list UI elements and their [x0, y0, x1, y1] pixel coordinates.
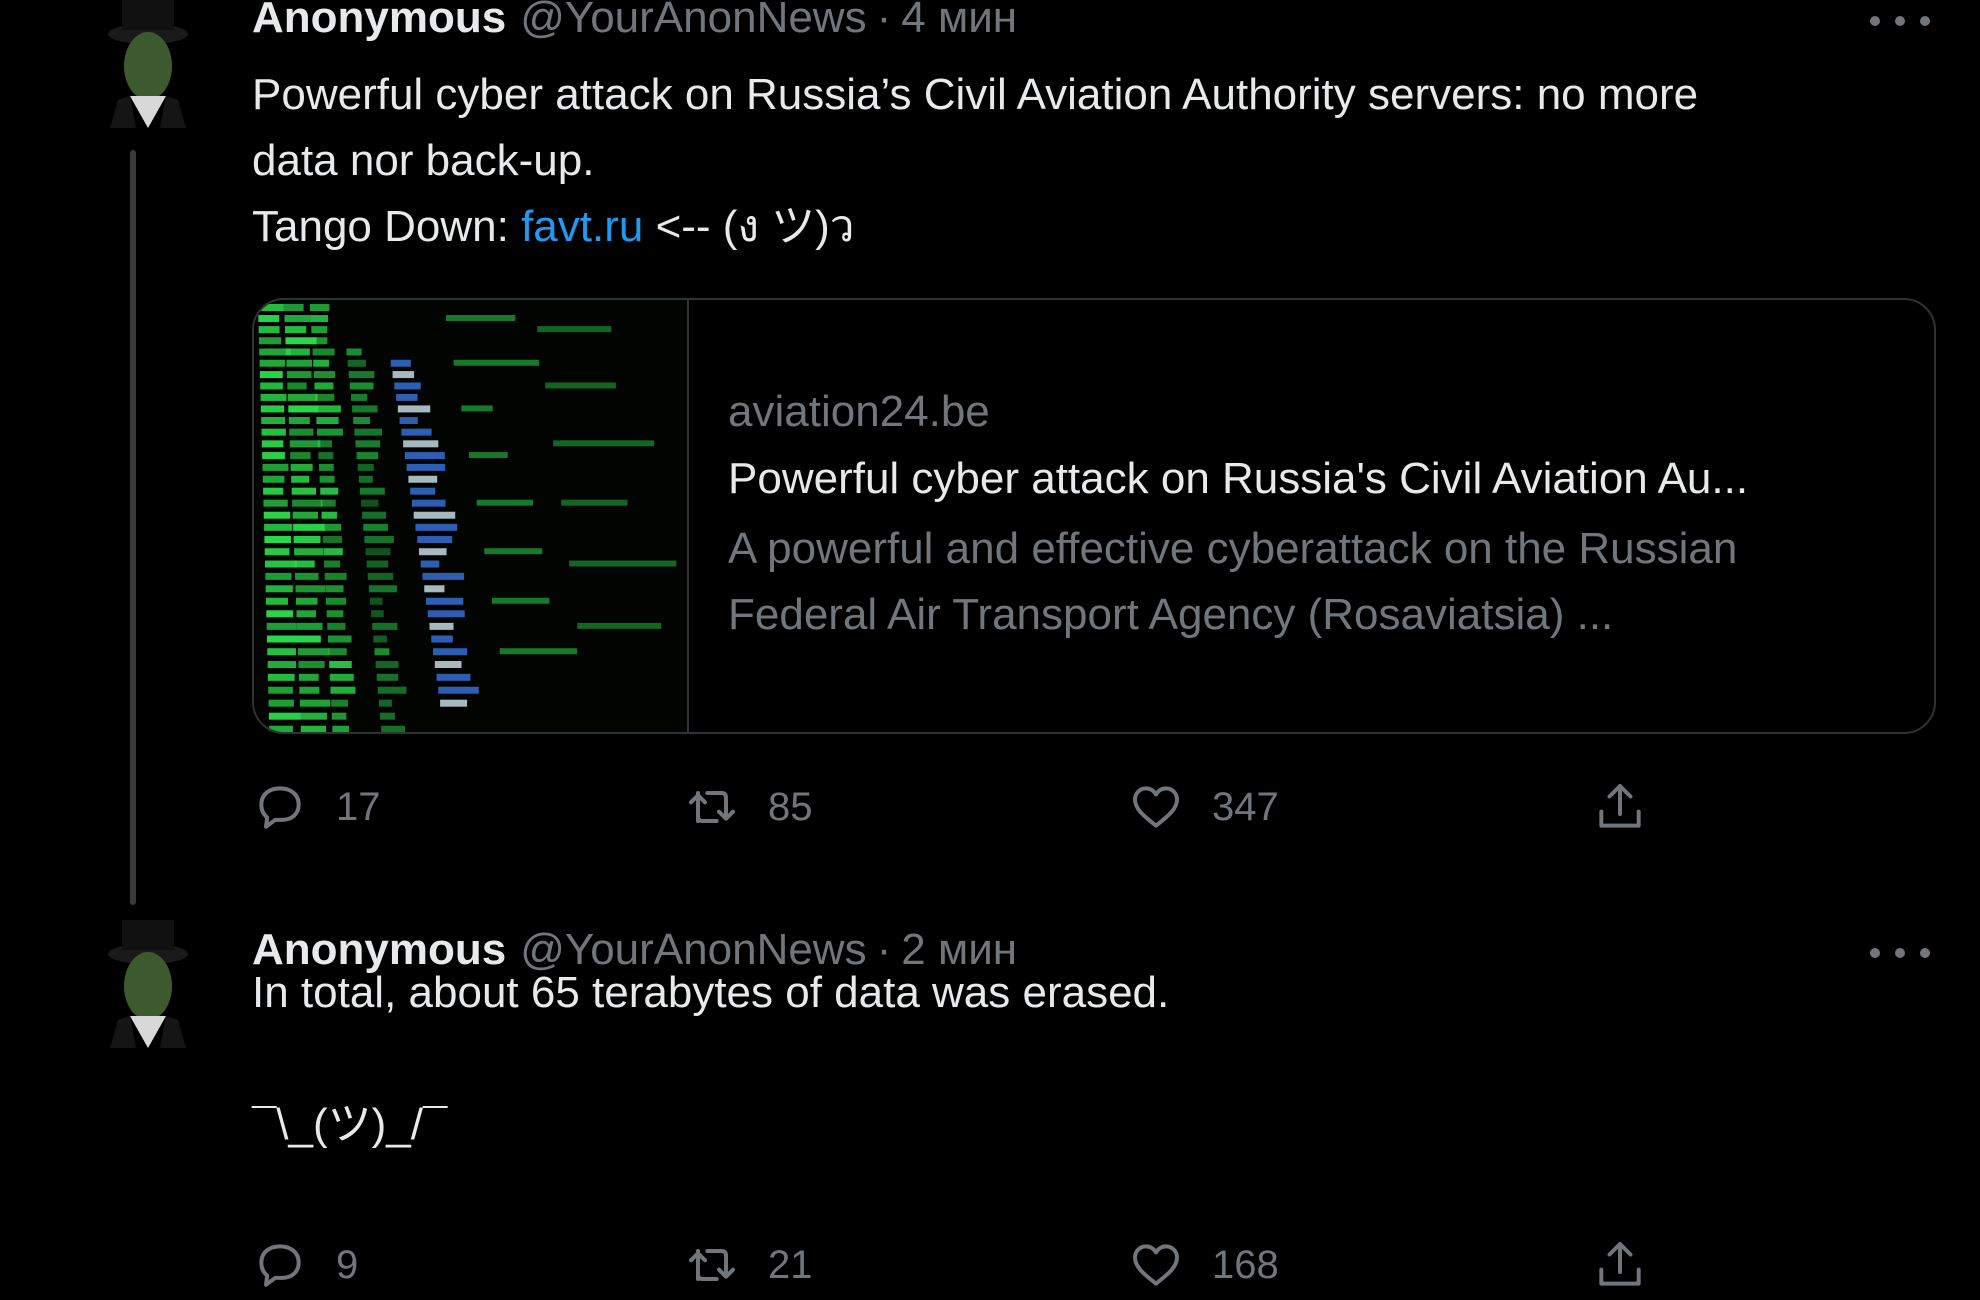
like-count: 168	[1212, 1242, 1279, 1287]
share-button[interactable]	[1592, 1230, 1648, 1300]
like-count: 347	[1212, 784, 1279, 829]
tweet-actions: 17 85 347	[252, 772, 1682, 842]
card-image	[254, 300, 689, 732]
avatar[interactable]	[100, 0, 196, 128]
tweet-text: In total, about 65 terabytes of data was…	[252, 960, 1920, 1158]
link-card[interactable]: aviation24.be Powerful cyber attack on R…	[252, 298, 1936, 734]
retweet-button[interactable]: 21	[684, 1230, 813, 1300]
avatar-mask-icon	[100, 0, 196, 128]
timestamp[interactable]: 4 мин	[901, 0, 1017, 43]
reply-icon	[259, 786, 301, 829]
card-domain: aviation24.be	[728, 387, 990, 436]
retweet-count: 85	[768, 784, 813, 829]
tweet[interactable]: Anonymous @YourAnonNews · 2 мин In total…	[0, 900, 1980, 1287]
tweet-header: Anonymous @YourAnonNews · 4 мин	[252, 0, 1840, 48]
reply-icon	[259, 1244, 301, 1287]
more-icon[interactable]	[1870, 6, 1930, 36]
share-icon	[1599, 1242, 1641, 1286]
tweet-text-line: In total, about 65 terabytes of data was…	[252, 968, 1170, 1017]
reply-button[interactable]: 17	[252, 772, 381, 842]
author-name[interactable]: Anonymous	[252, 0, 506, 43]
share-button[interactable]	[1592, 772, 1648, 842]
like-icon	[1133, 1244, 1179, 1286]
tweet-text-line: Tango Down: favt.ru <-- (ง ツ)ว	[252, 194, 1920, 260]
tweet-actions: 9 21 168	[252, 1230, 1682, 1300]
share-icon	[1599, 784, 1641, 828]
retweet-count: 21	[768, 1242, 813, 1287]
like-icon	[1133, 786, 1179, 828]
tweet-text-line: Powerful cyber attack on Russia’s Civil …	[252, 70, 1699, 119]
reply-button[interactable]: 9	[252, 1230, 358, 1300]
retweet-icon	[689, 791, 735, 823]
card-title: Powerful cyber attack on Russia's Civil …	[728, 454, 1749, 503]
card-description-line: Federal Air Transport Agency (Rosaviatsi…	[728, 590, 1614, 639]
tweet-text-line: data nor back-up.	[252, 136, 595, 185]
tweet-text: Powerful cyber attack on Russia’s Civil …	[252, 62, 1920, 260]
favt-link[interactable]: favt.ru	[521, 202, 643, 251]
emoticon-text: <-- (ง ツ)ว	[643, 202, 855, 251]
card-info: aviation24.be Powerful cyber attack on R…	[728, 382, 1894, 648]
thread-line	[130, 150, 136, 905]
author-handle[interactable]: @YourAnonNews	[520, 0, 866, 43]
avatar-mask-icon	[100, 920, 196, 1048]
avatar[interactable]	[100, 920, 196, 1048]
retweet-icon	[689, 1249, 735, 1281]
tango-down-label: Tango Down:	[252, 202, 522, 251]
shrug-text: ¯\_(ツ)_/¯	[252, 1100, 448, 1149]
reply-count: 17	[336, 784, 381, 829]
retweet-button[interactable]: 85	[684, 772, 813, 842]
card-description-line: A powerful and effective cyberattack on …	[728, 524, 1738, 573]
separator: ·	[876, 0, 892, 42]
like-button[interactable]: 347	[1128, 772, 1279, 842]
card-description: A powerful and effective cyberattack on …	[728, 516, 1894, 648]
reply-count: 9	[336, 1242, 359, 1287]
tweet[interactable]: Anonymous @YourAnonNews · 4 мин Powerful…	[0, 0, 1980, 905]
like-button[interactable]: 168	[1128, 1230, 1279, 1300]
